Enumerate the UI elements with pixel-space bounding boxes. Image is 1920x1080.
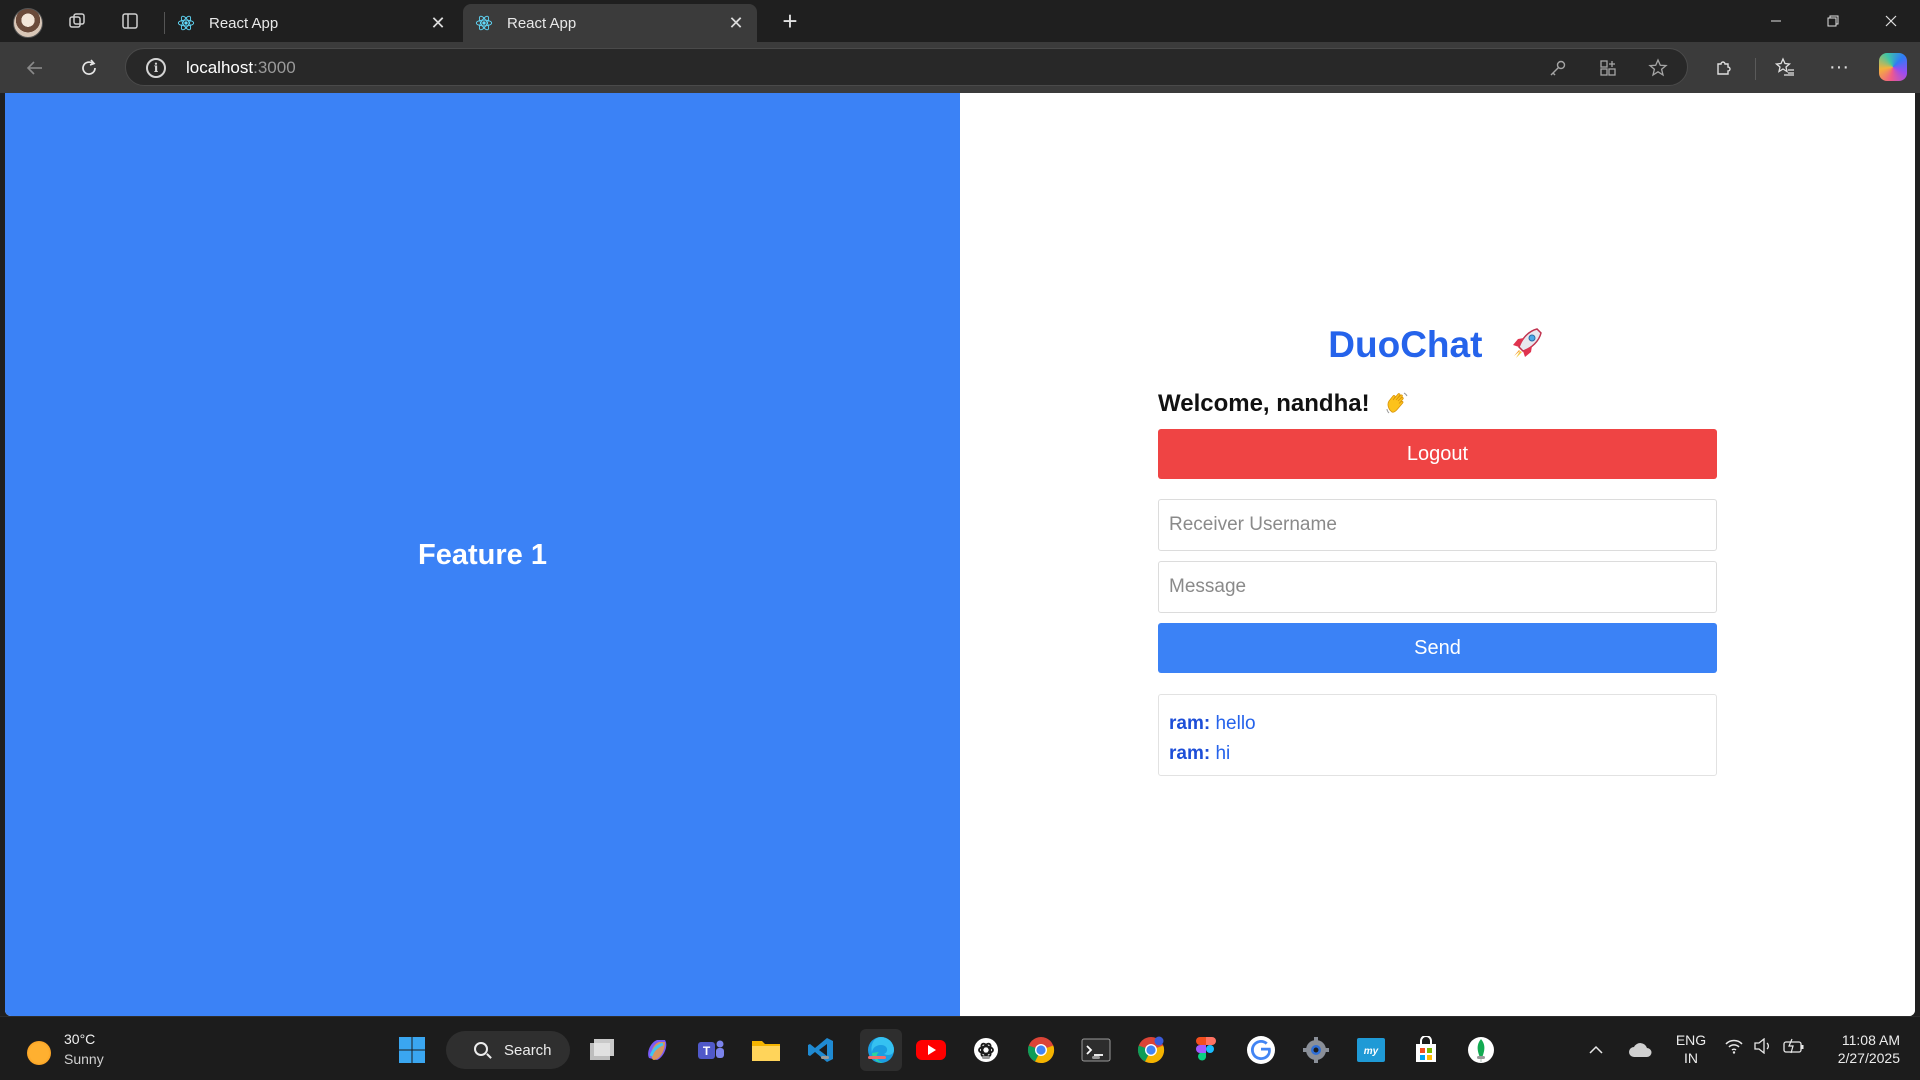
react-logo-icon	[177, 15, 195, 31]
taskbar-search[interactable]: Search	[446, 1031, 570, 1069]
chat-panel: DuoChat Welcome, nandha! Logout Receiver…	[960, 93, 1915, 1016]
chat-card: DuoChat Welcome, nandha! Logout Receiver…	[1158, 320, 1717, 776]
svg-text:my: my	[1364, 1046, 1379, 1057]
brand-title: DuoChat	[1328, 324, 1483, 365]
site-info-icon[interactable]: i	[146, 58, 166, 78]
sun-icon[interactable]	[27, 1041, 51, 1065]
reload-button[interactable]	[73, 52, 105, 84]
start-icon[interactable]	[396, 1034, 428, 1066]
receiver-username-input[interactable]	[1158, 499, 1717, 551]
message-text: hello	[1215, 713, 1256, 734]
close-tab-icon[interactable]: ✕	[727, 14, 745, 32]
app-available-icon[interactable]	[1597, 57, 1619, 79]
clock-date: 2/27/2025	[1837, 1050, 1900, 1066]
search-icon	[474, 1042, 488, 1056]
waving-hand-icon	[1386, 392, 1408, 414]
chrome-profile-icon[interactable]	[1135, 1034, 1167, 1066]
message-text: hi	[1215, 743, 1231, 764]
feature-panel: Feature 1	[5, 93, 960, 1016]
mongodb-icon[interactable]	[1465, 1034, 1497, 1066]
url-text[interactable]: localhost:3000	[186, 58, 296, 78]
restore-button[interactable]	[1805, 0, 1861, 42]
tab-title: React App	[507, 14, 577, 32]
figma-icon[interactable]	[1190, 1034, 1222, 1066]
logout-button[interactable]: Logout	[1158, 429, 1717, 479]
close-tab-icon[interactable]: ✕	[429, 14, 447, 32]
extensions-icon[interactable]	[1711, 54, 1737, 80]
message-input[interactable]	[1158, 561, 1717, 613]
language-indicator[interactable]: ENG IN	[1674, 1031, 1708, 1067]
windows-taskbar: 30°C Sunny Search T my	[0, 1016, 1920, 1080]
welcome-heading: Welcome, nandha!	[1158, 388, 1717, 420]
edge-icon[interactable]	[860, 1029, 902, 1071]
running-indicator	[982, 1056, 990, 1059]
profile-avatar[interactable]	[13, 8, 43, 38]
teams-icon[interactable]: T	[695, 1034, 727, 1066]
show-hidden-icons-chevron-icon[interactable]	[1584, 1034, 1608, 1066]
message-list: ram: hello ram: hi	[1158, 694, 1717, 776]
language-region: IN	[1684, 1050, 1698, 1066]
close-window-button[interactable]	[1863, 0, 1919, 42]
running-indicator	[821, 1056, 829, 1059]
react-logo-icon	[475, 15, 493, 31]
weather-temperature[interactable]: 30°C	[64, 1031, 95, 1047]
settings-icon[interactable]	[1300, 1034, 1332, 1066]
running-indicator	[1477, 1056, 1485, 1059]
more-options-icon[interactable]: ···	[1826, 54, 1852, 80]
chatgpt-icon[interactable]	[970, 1034, 1002, 1066]
browser-toolbar: i localhost:3000 ···	[0, 42, 1920, 93]
language-code: ENG	[1675, 1032, 1707, 1048]
google-icon[interactable]	[1245, 1034, 1277, 1066]
favorites-icon[interactable]	[1772, 54, 1798, 80]
svg-text:T: T	[703, 1044, 711, 1058]
tab-react-app-1[interactable]: React App ✕	[165, 4, 459, 42]
system-clock[interactable]: 11:08 AM 2/27/2025	[1808, 1031, 1900, 1067]
running-indicator	[1092, 1056, 1100, 1059]
mysql-icon[interactable]: my	[1355, 1034, 1387, 1066]
clock-time: 11:08 AM	[1841, 1032, 1900, 1048]
workspaces-icon[interactable]	[66, 10, 88, 32]
weather-condition[interactable]: Sunny	[64, 1051, 104, 1067]
onedrive-cloud-icon[interactable]	[1626, 1034, 1654, 1066]
task-view-icon[interactable]	[586, 1034, 618, 1066]
volume-icon[interactable]	[1753, 1037, 1773, 1059]
browser-tab-strip: React App ✕ React App ✕ +	[0, 0, 1920, 42]
toolbar-divider	[1755, 58, 1756, 80]
minimize-button[interactable]	[1748, 0, 1804, 42]
search-label: Search	[504, 1041, 552, 1059]
welcome-text: Welcome, nandha!	[1158, 390, 1370, 417]
message-item: ram: hello	[1169, 709, 1706, 739]
terminal-icon[interactable]	[1080, 1034, 1112, 1066]
wifi-icon[interactable]	[1724, 1038, 1744, 1059]
rocket-icon	[1512, 328, 1542, 358]
battery-icon[interactable]	[1783, 1038, 1805, 1059]
address-bar[interactable]: i localhost:3000	[125, 48, 1688, 86]
feature-label: Feature 1	[418, 539, 547, 571]
tab-title: React App	[209, 14, 279, 32]
chrome-icon[interactable]	[1025, 1034, 1057, 1066]
copilot-icon[interactable]	[641, 1034, 673, 1066]
new-tab-button[interactable]: +	[776, 8, 804, 36]
message-item: ram: hi	[1169, 739, 1706, 769]
tab-react-app-2[interactable]: React App ✕	[463, 4, 757, 42]
password-key-icon[interactable]	[1547, 57, 1569, 79]
vertical-tabs-icon[interactable]	[119, 10, 141, 32]
youtube-icon[interactable]	[915, 1034, 947, 1066]
store-icon[interactable]	[1410, 1034, 1442, 1066]
active-indicator	[868, 1056, 886, 1059]
file-explorer-icon[interactable]	[750, 1034, 782, 1066]
message-sender: ram:	[1169, 743, 1211, 764]
back-button[interactable]	[19, 52, 51, 84]
page-viewport: Feature 1 DuoChat Welcome, nandha! Logou…	[5, 93, 1915, 1016]
favorite-star-icon[interactable]	[1647, 57, 1669, 79]
app-brand: DuoChat	[1158, 320, 1717, 370]
vscode-icon[interactable]	[805, 1034, 837, 1066]
copilot-icon[interactable]	[1879, 53, 1907, 81]
message-sender: ram:	[1169, 713, 1211, 734]
send-button[interactable]: Send	[1158, 623, 1717, 673]
